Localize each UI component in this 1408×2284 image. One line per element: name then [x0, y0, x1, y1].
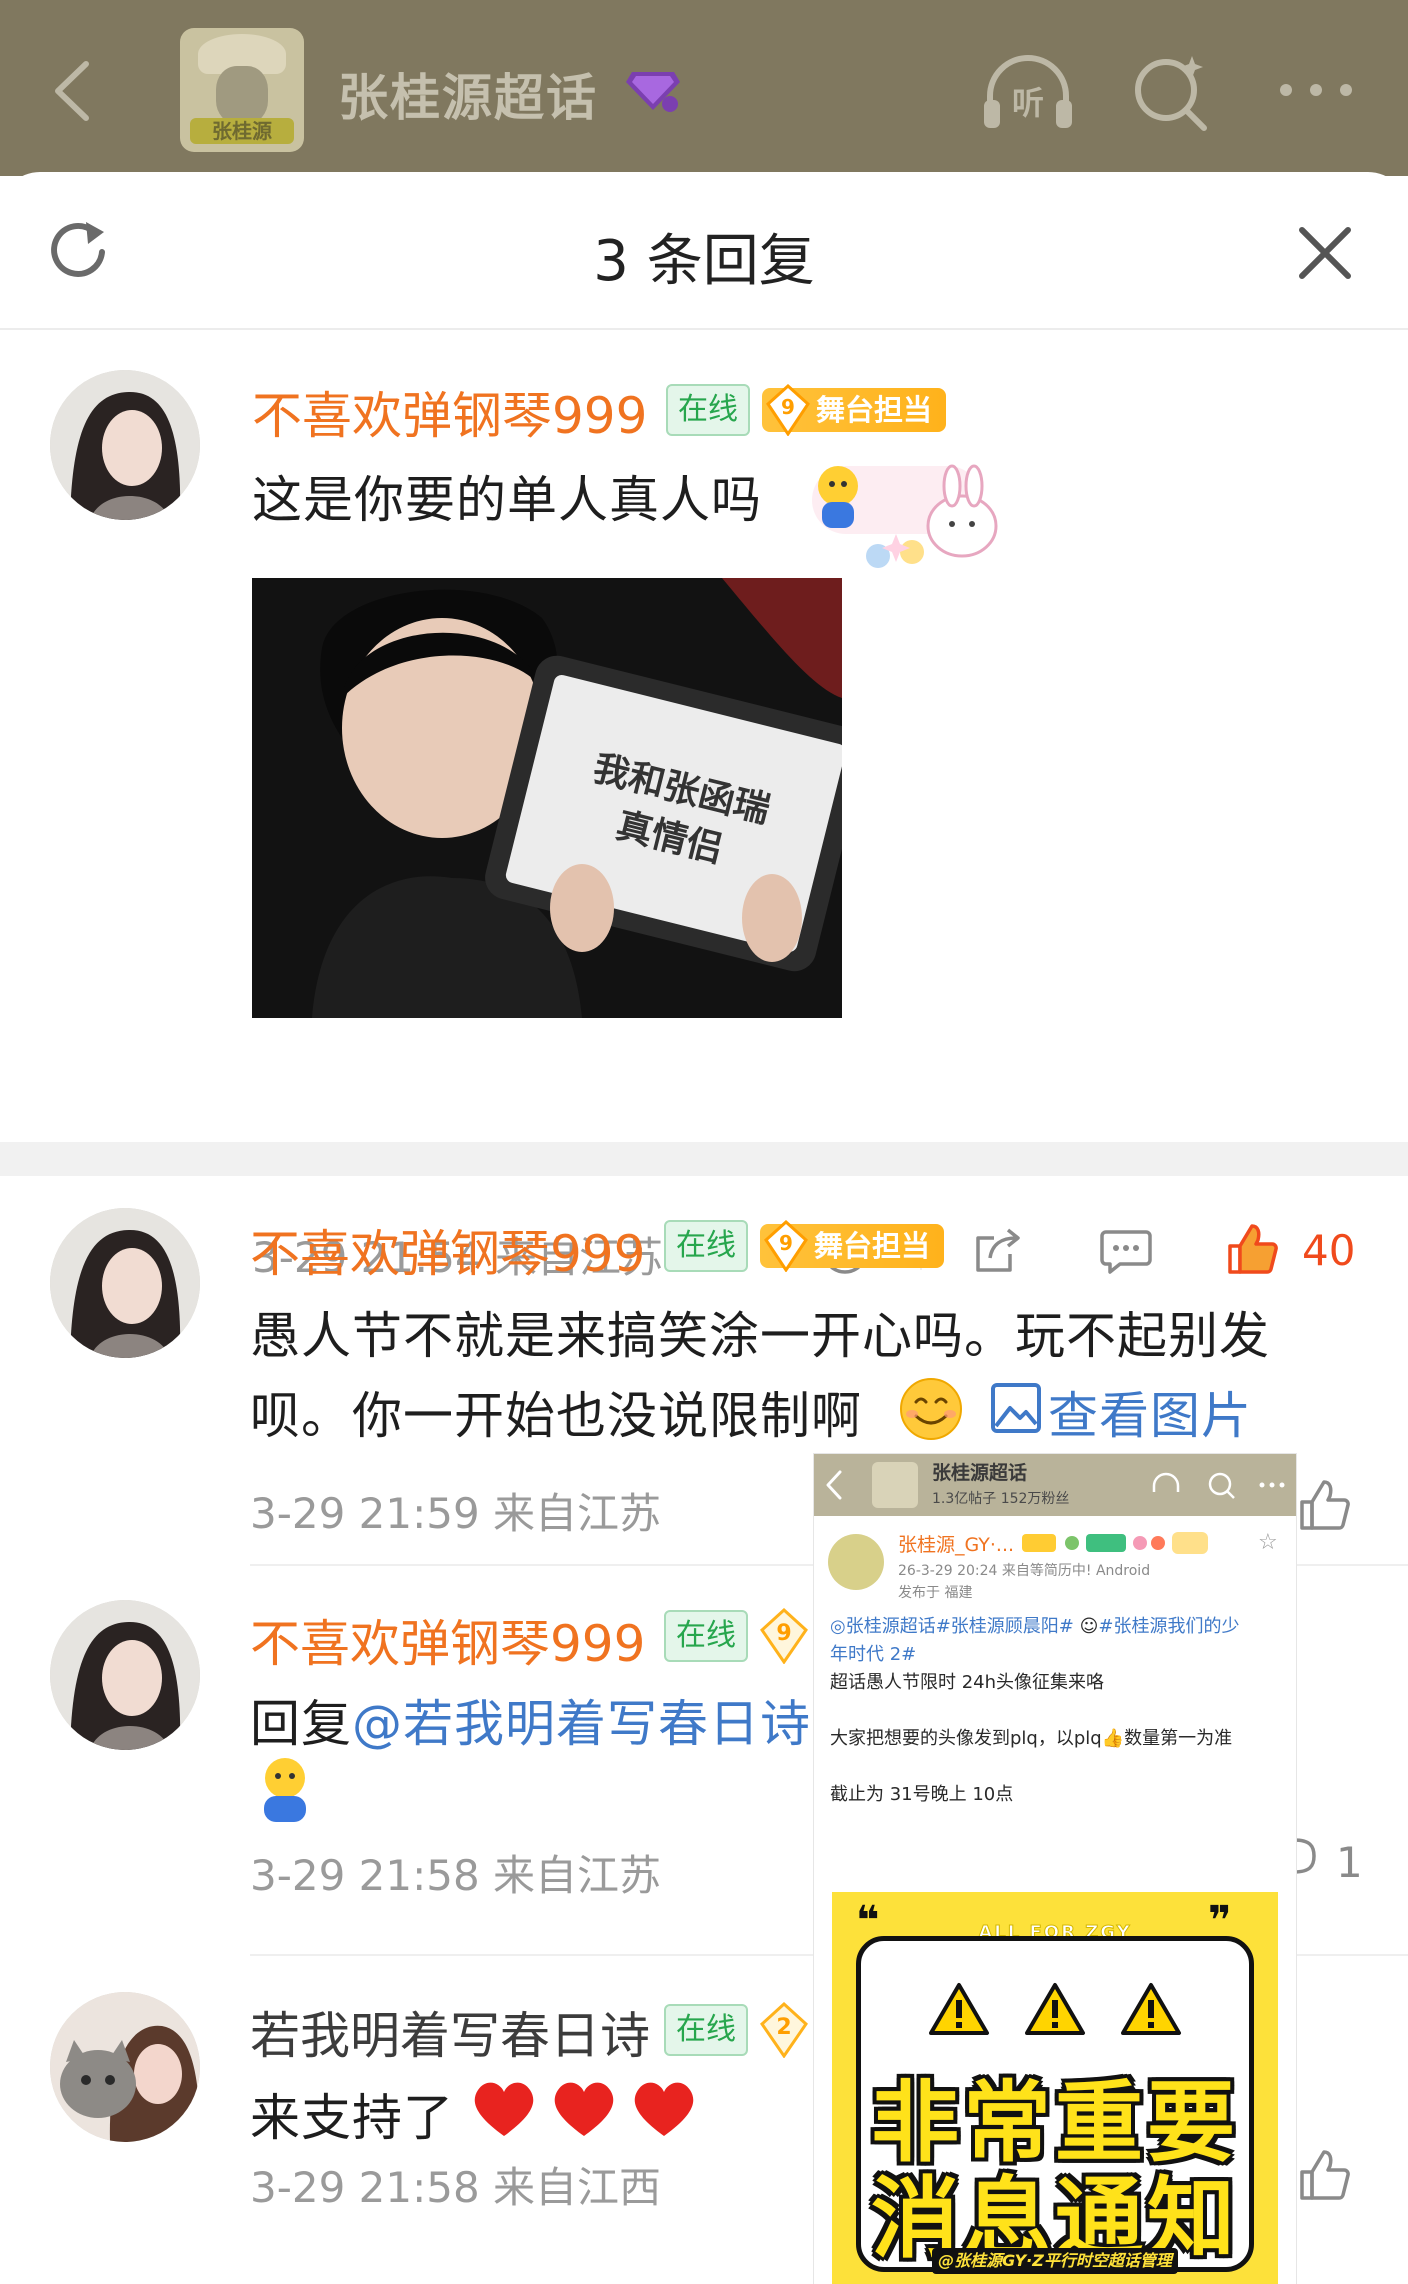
online-badge: 在线: [664, 2004, 748, 2056]
supertopic-link-icon: ◎: [830, 1616, 846, 1637]
fan-level: 9: [776, 1621, 791, 1646]
comment-text: 来支持了: [250, 2089, 454, 2147]
cover-tag: 张桂源: [190, 118, 294, 144]
fan-level-icon: 9: [766, 384, 810, 436]
username[interactable]: 不喜欢弹钢琴999: [250, 1214, 645, 1286]
warning-icon: [1025, 1983, 1085, 2035]
fan-level: 9: [781, 395, 795, 419]
like-icon[interactable]: [1298, 2148, 1352, 2202]
section-divider: [0, 1142, 1408, 1176]
comment-text: 回复@若我明着写春日诗: [250, 1684, 811, 1756]
more-icon[interactable]: [1276, 78, 1356, 102]
like-icon[interactable]: [1298, 1478, 1352, 1532]
supertopic-cover-image[interactable]: 张桂源: [180, 28, 304, 152]
comment-text: 这是你要的单人真人吗: [252, 460, 762, 532]
sheet-header: 3 条回复: [0, 172, 1408, 330]
heart-emoji-icons: [474, 2082, 694, 2136]
fan-level-icon: 9: [764, 1220, 808, 1272]
preview-badge-icons: [1022, 1532, 1208, 1554]
comment-meta: 3-29 21:58 来自江西: [250, 2163, 662, 2212]
fan-level: 2: [776, 2015, 791, 2040]
view-image-link[interactable]: 查看图片: [1048, 1376, 1252, 1448]
search-icon[interactable]: [1130, 50, 1212, 132]
avatar[interactable]: [50, 1992, 200, 2142]
supertopic-header: 张桂源 张桂源超话 听: [0, 0, 1408, 176]
comment-text-line1: 愚人节不就是来搞笑涂一开心吗。玩不起别发: [250, 1307, 1270, 1365]
supertopic-gem-icon: [626, 72, 680, 112]
preview-username: 张桂源_GY·...: [898, 1534, 1015, 1556]
poster-footer: @张桂源GY·Z平行时空超话管理组: [932, 2248, 1178, 2284]
topic-link: 年时代 2#: [830, 1644, 917, 1665]
preview-line4: 大家把想要的头像发到plq，以plq👍数量第一为准: [830, 1724, 1232, 1750]
fan-badge[interactable]: 9 舞台担当: [762, 384, 947, 436]
comment-sticker-decoration: [812, 464, 998, 568]
share-icon[interactable]: [972, 1226, 1022, 1276]
comment-meta: 3-29 21:58 来自江苏: [250, 1851, 662, 1900]
fan-badge-label: 舞台担当: [816, 393, 933, 427]
supertopic-cover-image: [872, 1462, 918, 1508]
preview-post-card: 张桂源_GY·... ☆ 26-3-29 20:24 来自等简历中! Andro…: [814, 1516, 1296, 2284]
preview-line4-tail: 数量第一为准: [1124, 1728, 1233, 1749]
preview-line3: 超话愚人节限时 24h头像征集来咯: [830, 1672, 1105, 1693]
online-badge: 在线: [664, 1220, 748, 1272]
image-preview-popup[interactable]: 张桂源超话 1.3亿帖子 152万粉丝 张桂源_GY·... ☆ 26-3-29…: [814, 1454, 1296, 2284]
topic-link: 张桂源超话#张桂源顾晨阳#: [845, 1616, 1074, 1637]
preview-topbar: 张桂源超话 1.3亿帖子 152万粉丝: [814, 1454, 1296, 1516]
smile-emoji-icon: [900, 1378, 962, 1440]
like-count: 40: [1302, 1226, 1356, 1275]
person-emoji-icon: [264, 1758, 306, 1822]
online-badge: 在线: [664, 1610, 748, 1662]
username[interactable]: 不喜欢弹钢琴999: [250, 1604, 645, 1676]
sheet-title: 3 条回复: [593, 229, 815, 294]
username[interactable]: 若我明着写春日诗: [250, 1996, 650, 2068]
avatar[interactable]: [50, 1208, 200, 1358]
preview-time: 26-3-29 20:24 来自等简历中! Android: [898, 1563, 1151, 1579]
comment-text-body: 这是你要的单人真人吗: [252, 471, 762, 529]
mention-link[interactable]: @若我明着写春日诗: [352, 1695, 811, 1753]
online-badge: 在线: [666, 384, 750, 436]
avatar[interactable]: [50, 1600, 200, 1750]
username[interactable]: 不喜欢弹钢琴999: [252, 376, 647, 448]
preview-topbar-icons: [1152, 1472, 1285, 1499]
close-icon[interactable]: [1296, 224, 1354, 282]
avatar[interactable]: [50, 370, 200, 520]
comment-icon[interactable]: [1100, 1228, 1152, 1276]
topic-link: #张桂源我们的少: [1098, 1616, 1240, 1637]
comment-text-line2: 呗。你一开始也没说限制啊: [250, 1376, 862, 1448]
listen-icon[interactable]: 听: [980, 52, 1076, 132]
preview-location: 发布于 福建: [898, 1585, 973, 1601]
reply-prefix: 回复: [250, 1695, 352, 1753]
svg-text:听: 听: [1012, 84, 1044, 122]
preview-line4-text: 大家把想要的头像发到plq，以plq: [830, 1728, 1102, 1749]
comment-photo[interactable]: 我和张函瑞 真情侣: [252, 578, 842, 1018]
back-icon[interactable]: [44, 56, 104, 126]
fan-badge[interactable]: 9 舞台担当: [760, 1220, 945, 1272]
fan-badge-label: 舞台担当: [814, 1229, 931, 1263]
fan-level-icon: 9: [760, 1608, 808, 1664]
reply-count: 1: [1336, 1838, 1363, 1887]
supertopic-title[interactable]: 张桂源超话: [338, 58, 598, 130]
preview-line5: 截止为 31号晚上 10点: [830, 1784, 1014, 1805]
preview-topic-line2: 年时代 2#: [830, 1640, 916, 1666]
preview-supertopic-title: 张桂源超话: [932, 1462, 1028, 1484]
back-icon: [826, 1470, 842, 1500]
comment-text-line2-body: 呗。你一开始也没说限制啊: [250, 1387, 862, 1445]
fan-level: 9: [779, 1231, 793, 1255]
image-icon[interactable]: [990, 1382, 1042, 1434]
like-icon-active[interactable]: [1226, 1222, 1280, 1276]
thumbs-up-emoji-icon: 👍: [1101, 1728, 1125, 1749]
warning-icon: [929, 1983, 989, 2035]
avatar: [828, 1534, 884, 1590]
emoji-icon: ☺: [1073, 1616, 1099, 1637]
fan-level-icon: 2: [760, 2002, 808, 2058]
notice-poster: ❝ ❞ ALL FOR ZGY 非常重要 消息通知 @张桂源GY·Z平行时空超话…: [832, 1892, 1278, 2284]
favorite-icon: ☆: [1258, 1530, 1278, 1555]
preview-supertopic-stats: 1.3亿帖子 152万粉丝: [932, 1491, 1070, 1507]
warning-icon: [1121, 1983, 1181, 2035]
preview-topic-line1: ◎张桂源超话#张桂源顾晨阳# ☺#张桂源我们的少: [830, 1612, 1239, 1638]
comment-meta: 3-29 21:59 来自江苏: [250, 1489, 662, 1538]
